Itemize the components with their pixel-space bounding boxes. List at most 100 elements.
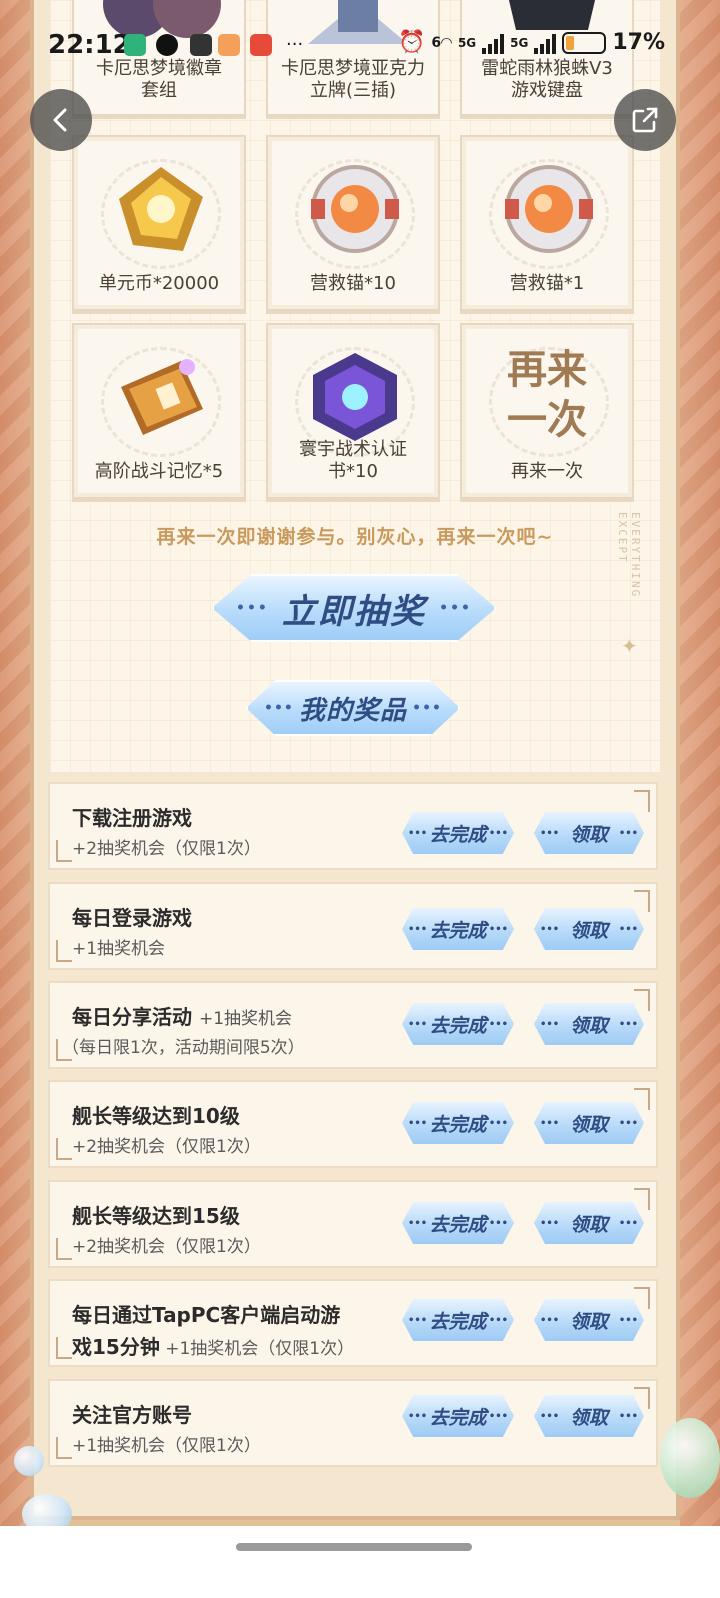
go-complete-button[interactable]: ••• 去完成 ••• [402,1202,514,1244]
task-row-daily-share: 每日分享活动 +1抽奖机会 （每日限1次，活动期间限5次） ••• 去完成 ••• … [48,981,658,1069]
back-button[interactable] [30,89,92,151]
task-title-reward: +1抽奖机会 [198,1009,293,1029]
dots-decoration: ••• [412,700,442,716]
corner-decoration [56,840,72,862]
prize-label: 卡厄思梦境徽章 套组 [96,58,222,101]
app-notification-icon [250,34,272,56]
retry-big-text: 再来 一次 [507,346,587,443]
draw-now-button[interactable]: ••• 立即抽奖 ••• [212,574,496,642]
my-prizes-label: 我的奖品 [298,695,407,726]
corner-decoration [56,1138,72,1160]
network-type-label: 5G [457,35,477,50]
dots-decoration: ••• [236,600,269,616]
prize-card-anchor-10[interactable]: 营救锚*10 [266,135,440,311]
task-row-tappc-launch: 每日通过TapPC客户端启动游 戏15分钟 +1抽奖机会（仅限1次） ••• 去完… [48,1279,658,1367]
clock: 22:12 [48,30,131,60]
claim-button[interactable]: ••• 领取 ••• [534,1395,644,1437]
bubble-decoration [14,1446,44,1476]
claim-button[interactable]: ••• 领取 ••• [534,1299,644,1341]
prize-card-retry[interactable]: 再来 一次 再来一次 [460,323,634,499]
task-reward: 戏15分钟 +1抽奖机会（仅限1次） [72,1335,355,1359]
prize-card-battle-memory[interactable]: 高阶战斗记忆*5 [72,323,246,499]
task-row-daily-login: 每日登录游戏 +1抽奖机会 ••• 去完成 ••• ••• 领取 ••• [48,882,658,970]
status-right: ⏰ 6◠ 5G 5G 17% [398,30,665,55]
prize-card-tactical-cert[interactable]: 寰宇战术认证 书*10 [266,323,440,499]
retry-hint-text: 再来一次即谢谢参与。别灰心，再来一次吧~ [156,526,554,548]
corner-decoration [634,890,650,912]
task-title: 下载注册游戏 [72,806,192,830]
claim-button[interactable]: ••• 领取 ••• [534,908,644,950]
corner-decoration [56,1337,72,1359]
task-reward: （每日限1次，活动期间限5次） [62,1038,305,1058]
system-nav-bar [0,1526,720,1598]
corner-decoration [634,1188,650,1210]
more-notifications-icon: ··· [286,34,304,55]
prize-label: 单元币*20000 [98,273,220,294]
task-title: 舰长等级达到15级 [72,1204,240,1228]
claim-button[interactable]: ••• 领取 ••• [534,1202,644,1244]
corner-decoration [56,940,72,962]
prize-label: 寰宇战术认证 书*10 [299,439,407,482]
chevron-left-icon [53,108,67,132]
share-out-icon [632,107,658,133]
prize-card-coin[interactable]: 单元币*20000 [72,135,246,311]
prize-label: 雷蛇雨林狼蛛V3 游戏键盘 [481,58,613,101]
sparkle-icon: ✦ [621,634,638,658]
signal-icon [534,32,557,54]
app-notification-icon [124,34,146,56]
prize-label: 营救锚*1 [509,273,585,294]
task-title: 每日分享活动 +1抽奖机会 [72,1005,293,1029]
task-title-continued: 戏15分钟 [72,1335,160,1359]
home-indicator[interactable] [236,1543,472,1551]
corner-decoration [634,989,650,1011]
share-button[interactable] [614,89,676,151]
alarm-icon: ⏰ [398,30,426,55]
task-reward: +1抽奖机会 [72,939,166,959]
my-prizes-button[interactable]: ••• 我的奖品 ••• [246,680,460,736]
battery-percent: 17% [612,30,666,55]
draw-button-label: 立即抽奖 [282,591,426,632]
go-complete-button[interactable]: ••• 去完成 ••• [402,1102,514,1144]
corner-decoration [634,790,650,812]
go-complete-button[interactable]: ••• 去完成 ••• [402,1395,514,1437]
corner-decoration [634,1088,650,1110]
wifi-icon: 6◠ [431,34,452,51]
ticket-icon [121,359,203,435]
go-complete-button[interactable]: ••• 去完成 ••• [402,908,514,950]
task-row-register: 下载注册游戏 +2抽奖机会（仅限1次） ••• 去完成 ••• ••• 领取 ••• [48,782,658,870]
task-title: 舰长等级达到10级 [72,1104,240,1128]
task-row-level-10: 舰长等级达到10级 +2抽奖机会（仅限1次） ••• 去完成 ••• ••• 领取 ••… [48,1080,658,1168]
go-complete-button[interactable]: ••• 去完成 ••• [402,812,514,854]
network-type-label: 5G [510,35,529,50]
claim-button[interactable]: ••• 领取 ••• [534,812,644,854]
qq-icon [156,34,178,56]
claim-button[interactable]: ••• 领取 ••• [534,1003,644,1045]
task-row-follow-official: 关注官方账号 +1抽奖机会（仅限1次） ••• 去完成 ••• ••• 领取 ••• [48,1379,658,1467]
prize-label: 卡厄思梦境亚克力 立牌(三插) [281,58,425,101]
go-complete-button[interactable]: ••• 去完成 ••• [402,1003,514,1045]
go-complete-button[interactable]: ••• 去完成 ••• [402,1299,514,1341]
claim-button[interactable]: ••• 领取 ••• [534,1102,644,1144]
prize-label: 高阶战斗记忆*5 [94,461,224,482]
prize-card-anchor-1[interactable]: 营救锚*1 [460,135,634,311]
dots-decoration: ••• [439,600,472,616]
anchor-icon [505,165,593,253]
bubble-decoration [660,1418,720,1498]
app-notification-icon [218,34,240,56]
anchor-icon [311,165,399,253]
task-row-level-15: 舰长等级达到15级 +2抽奖机会（仅限1次） ••• 去完成 ••• ••• 领取 ••… [48,1180,658,1268]
prize-label: 营救锚*10 [310,273,396,294]
task-reward: +2抽奖机会（仅限1次） [72,1137,261,1157]
task-title: 每日登录游戏 [72,906,192,930]
prize-label: 再来一次 [511,461,583,482]
task-reward: +2抽奖机会（仅限1次） [72,839,261,859]
task-reward: +2抽奖机会（仅限1次） [72,1237,261,1257]
status-bar: 22:12 ··· ⏰ 6◠ 5G 5G 17% [0,26,720,62]
dots-decoration: ••• [264,700,294,716]
corner-decoration [56,1238,72,1260]
battery-icon [562,31,607,54]
corner-decoration [56,1437,72,1459]
task-title: 每日通过TapPC客户端启动游 [72,1303,341,1327]
task-title: 关注官方账号 [72,1403,192,1427]
coin-icon [119,167,203,251]
